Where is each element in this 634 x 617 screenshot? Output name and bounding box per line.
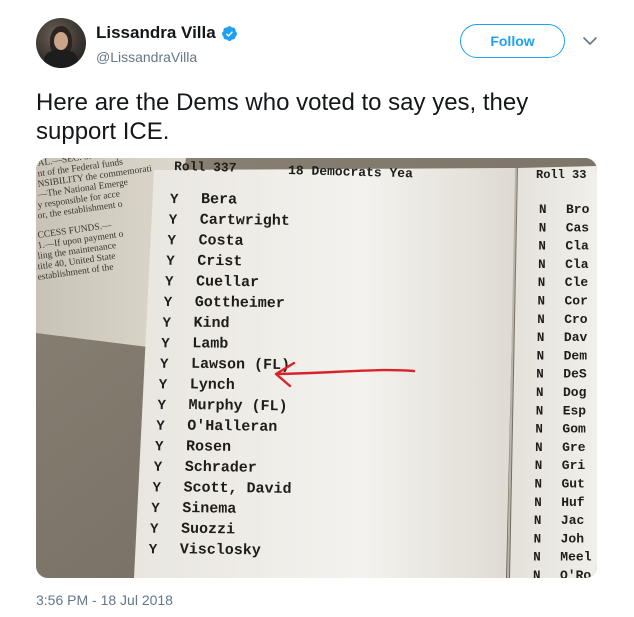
nay-member-name: Cro — [564, 312, 588, 327]
nay-member-name: Huf — [561, 495, 585, 510]
yea-member-name: Lamb — [192, 335, 228, 353]
yea-vote-mark: Y — [157, 398, 166, 414]
yea-member-name: Kind — [193, 315, 229, 333]
yea-member-name: Murphy (FL) — [188, 397, 287, 415]
nay-member-name: Jac — [561, 513, 585, 528]
chevron-down-icon[interactable] — [581, 32, 599, 50]
nay-roll-label: Roll 33 — [536, 168, 586, 182]
nay-vote-mark: N — [538, 295, 546, 309]
nay-vote-mark: N — [535, 423, 543, 437]
follow-button[interactable]: Follow — [460, 24, 565, 58]
roll-call-photo: AL.—SEC. 5. USE OF FEDEnt of the Federal… — [36, 158, 597, 578]
nay-vote-mark: N — [538, 258, 546, 272]
nay-member-name: O'Ro — [560, 568, 591, 578]
nay-member-name: Gri — [562, 458, 586, 473]
nay-member-name: Esp — [563, 403, 587, 418]
yea-member-name: Bera — [201, 191, 237, 209]
yea-member-name: Costa — [198, 232, 243, 250]
yea-member-name: Cartwright — [200, 212, 290, 230]
nay-member-name: Bro — [566, 202, 590, 217]
yea-vote-mark: Y — [160, 357, 169, 373]
nay-vote-mark: N — [536, 386, 544, 400]
yea-member-name: Rosen — [186, 438, 231, 456]
yea-vote-mark: Y — [154, 460, 163, 476]
yea-member-name: Crist — [197, 253, 242, 271]
nay-vote-mark: N — [536, 368, 544, 382]
nay-member-name: Cla — [565, 257, 589, 272]
avatar-face — [54, 32, 68, 50]
nay-vote-mark: N — [537, 331, 545, 345]
yea-member-name: O'Halleran — [187, 418, 277, 436]
nay-member-name: Dog — [563, 385, 587, 400]
yea-vote-mark: Y — [155, 439, 164, 455]
nay-vote-mark: N — [533, 551, 541, 565]
nay-member-name: Cor — [565, 294, 588, 309]
verified-badge-icon — [221, 25, 237, 41]
nay-vote-mark: N — [539, 221, 547, 235]
nay-member-name: Dav — [564, 330, 588, 345]
yea-member-name: Scott, David — [183, 479, 291, 498]
nay-member-name: Gre — [562, 440, 586, 455]
nay-member-name: Meel — [560, 550, 591, 565]
yea-vote-mark: Y — [152, 480, 161, 496]
yea-vote-mark: Y — [167, 233, 176, 249]
nay-member-name: Gom — [562, 422, 586, 437]
nay-vote-mark: N — [535, 441, 543, 455]
yea-vote-mark: Y — [161, 336, 170, 352]
avatar[interactable] — [36, 18, 86, 68]
nay-member-name: Gut — [562, 477, 585, 492]
tweet-text: Here are the Dems who voted to say yes, … — [36, 89, 529, 145]
yea-member-name: Suozzi — [181, 521, 235, 539]
yea-member-name: Cuellar — [196, 273, 259, 291]
nay-member-name: Cas — [566, 220, 590, 235]
tweet-photo[interactable]: AL.—SEC. 5. USE OF FEDEnt of the Federal… — [36, 158, 597, 578]
tweet-header: Lissandra Villa @LissandraVilla Follow — [36, 18, 606, 74]
yea-vote-mark: Y — [169, 213, 178, 229]
yea-vote-mark: Y — [159, 377, 168, 393]
author-name-row: Lissandra Villa — [96, 23, 238, 43]
yea-member-name: Sinema — [182, 500, 236, 518]
yea-vote-mark: Y — [162, 316, 171, 332]
yea-vote-mark: Y — [151, 501, 160, 517]
nay-vote-mark: N — [539, 203, 547, 217]
nay-vote-mark: N — [534, 532, 542, 546]
nay-member-name: DeS — [563, 367, 587, 382]
nay-vote-mark: N — [534, 496, 542, 510]
nay-vote-mark: N — [538, 276, 546, 290]
nay-member-name: Cle — [565, 275, 589, 290]
yea-vote-mark: Y — [156, 419, 165, 435]
yea-vote-mark: Y — [149, 542, 158, 558]
avatar-body — [44, 50, 78, 68]
yea-member-name: Gottheimer — [195, 294, 285, 312]
yea-vote-mark: Y — [150, 522, 159, 538]
nay-vote-mark: N — [537, 349, 545, 363]
nay-vote-mark: N — [535, 478, 543, 492]
author-handle[interactable]: @LissandraVilla — [96, 49, 197, 65]
nay-vote-mark: N — [533, 569, 541, 578]
nay-vote-mark: N — [536, 404, 544, 418]
yea-member-name: Lawson (FL) — [191, 356, 290, 374]
nay-vote-mark: N — [537, 313, 545, 327]
nay-vote-mark: N — [535, 459, 543, 473]
author-name[interactable]: Lissandra Villa — [96, 23, 216, 43]
yea-vote-mark: Y — [170, 192, 179, 208]
yea-member-name: Schrader — [185, 459, 257, 477]
tweet-timestamp[interactable]: 3:56 PM - 18 Jul 2018 — [36, 592, 173, 608]
nay-vote-mark: N — [534, 514, 542, 528]
yea-vote-mark: Y — [166, 254, 175, 270]
nay-member-name: Dem — [564, 348, 588, 363]
yea-vote-mark: Y — [164, 295, 173, 311]
nay-vote-mark: N — [538, 240, 546, 254]
nay-member-name: Cla — [565, 239, 589, 254]
yea-member-name: Lynch — [190, 376, 235, 394]
yea-member-name: Visclosky — [180, 541, 261, 559]
yea-vote-mark: Y — [165, 274, 174, 290]
yea-roll-label: Roll 337 — [174, 159, 237, 176]
nay-member-name: Joh — [561, 531, 585, 546]
